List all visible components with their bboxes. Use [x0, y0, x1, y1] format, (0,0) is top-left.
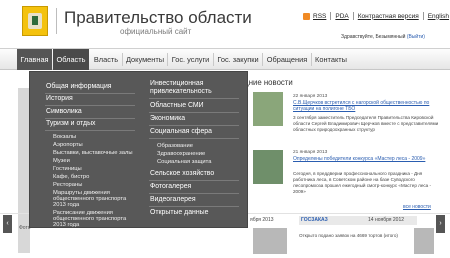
news-date: 21 января 2013 — [293, 150, 328, 155]
top-links: RSS PDA Контрастная версия English — [303, 11, 449, 21]
menu-divider — [45, 118, 135, 119]
menu-item-tourism[interactable]: Туризм и отдых — [46, 120, 95, 127]
submenu-item-restaurants[interactable]: Рестораны — [53, 182, 82, 188]
rss-icon — [303, 12, 310, 20]
news-headline-link[interactable]: С.В.Щерчков встретился с нагорской общес… — [293, 100, 443, 112]
site-title: Правительство области — [64, 8, 252, 27]
menu-item-history[interactable]: История — [46, 95, 73, 102]
english-link[interactable]: English — [428, 13, 449, 20]
header-divider — [56, 8, 57, 34]
menu-divider — [149, 138, 239, 139]
nav-power[interactable]: Власть — [90, 49, 122, 70]
link-separator — [422, 12, 424, 20]
menu-item-regional-media[interactable]: Областные СМИ — [150, 102, 204, 109]
news-summary: Сегодня, в преддверии профессионального … — [293, 171, 432, 194]
carousel-next-button[interactable]: › — [436, 215, 445, 233]
site-subtitle: официальный сайт — [120, 27, 192, 36]
menu-divider — [149, 206, 239, 207]
goszakaz-label[interactable]: ГОСЗАКАЗ — [301, 217, 328, 223]
header: Правительство области официальный сайт R… — [0, 0, 450, 48]
submenu-item-healthcare[interactable]: Здравоохранение — [157, 151, 205, 157]
goszakaz-info: Открыто подано заявок на 4669 тортов (ит… — [299, 233, 398, 238]
nav-gov-procurement[interactable]: Гос. закупки — [214, 49, 262, 70]
region-dropdown-menu: Общая информация История Символика Туриз… — [29, 71, 248, 228]
greeting-text: Здравствуйте, Безымянный — [341, 34, 406, 40]
menu-item-economy[interactable]: Экономика — [150, 115, 185, 122]
menu-divider — [149, 98, 239, 99]
logo-emblem — [32, 16, 38, 25]
main-navigation: Главная Область Власть Документы Гос. ус… — [0, 48, 450, 70]
nav-region[interactable]: Область — [53, 49, 89, 70]
link-separator — [352, 12, 354, 20]
news-summary: 3 сентября заместитель Председателя Прав… — [293, 115, 439, 132]
news-date: 22 января 2013 — [293, 94, 328, 99]
pda-link[interactable]: PDA — [335, 13, 348, 20]
bottom-date: 14 ноября 2012 — [368, 217, 405, 223]
menu-divider — [149, 180, 239, 181]
menu-divider — [45, 93, 135, 94]
user-greeting: Здравствуйте, Безымянный (Выйти) — [341, 34, 425, 40]
submenu-item-exhibitions[interactable]: Выставки, выставочные залы — [53, 150, 133, 156]
menu-item-symbols[interactable]: Символика — [46, 108, 82, 115]
submenu-item-museums[interactable]: Музеи — [53, 158, 70, 164]
nav-documents[interactable]: Документы — [123, 49, 167, 70]
submenu-item-airports[interactable]: Аэропорты — [53, 142, 83, 148]
submenu-item-cafes[interactable]: Кафе, бистро — [53, 174, 89, 180]
news-headline-link[interactable]: Определены победители конкурса «Мастер л… — [293, 156, 443, 162]
menu-divider — [45, 105, 135, 106]
menu-item-open-data[interactable]: Открытые данные — [150, 209, 208, 216]
news-thumbnail[interactable] — [253, 92, 283, 126]
menu-item-video-gallery[interactable]: Видеогалерея — [150, 196, 196, 203]
submenu-item-education[interactable]: Образование — [157, 143, 193, 149]
bottom-date: ября 2013 — [250, 217, 274, 223]
menu-divider — [149, 193, 239, 194]
menu-item-social[interactable]: Социальная сфера — [150, 128, 212, 135]
menu-divider — [45, 130, 135, 131]
submenu-item-stations[interactable]: Вокзалы — [53, 134, 76, 140]
news-thumbnail[interactable] — [253, 150, 283, 184]
rss-link[interactable]: RSS — [313, 13, 326, 20]
menu-divider — [149, 125, 239, 126]
carousel-prev-button[interactable]: ‹ — [3, 215, 12, 233]
contrast-version-link[interactable]: Контрастная версия — [358, 13, 419, 20]
menu-item-agriculture[interactable]: Сельское хозяйство — [150, 170, 214, 177]
link-separator — [330, 12, 332, 20]
menu-item-investment[interactable]: Инвестиционная привлекательность — [150, 80, 240, 96]
menu-item-photo-gallery[interactable]: Фотогалерея — [150, 183, 191, 190]
submenu-item-transport-schedule[interactable]: Расписание движения общественного трансп… — [53, 210, 139, 229]
logout-link[interactable]: (Выйти) — [407, 34, 425, 40]
nav-contacts[interactable]: Контакты — [312, 49, 350, 70]
nav-appeals[interactable]: Обращения — [263, 49, 311, 70]
submenu-item-transport-routes[interactable]: Маршруты движения общественного транспор… — [53, 190, 139, 209]
nav-gov-services[interactable]: Гос. услуги — [168, 49, 213, 70]
submenu-item-social-protection[interactable]: Социальная защита — [157, 159, 211, 165]
coat-of-arms-logo[interactable] — [22, 6, 48, 36]
submenu-item-hotels[interactable]: Гостиницы — [53, 166, 82, 172]
bottom-thumbnail[interactable] — [414, 228, 434, 254]
nav-home[interactable]: Главная — [17, 49, 52, 70]
menu-divider — [149, 112, 239, 113]
bottom-thumbnail[interactable] — [253, 228, 287, 254]
all-news-link[interactable]: все новости — [403, 204, 431, 210]
menu-item-general-info[interactable]: Общая информация — [46, 83, 112, 90]
